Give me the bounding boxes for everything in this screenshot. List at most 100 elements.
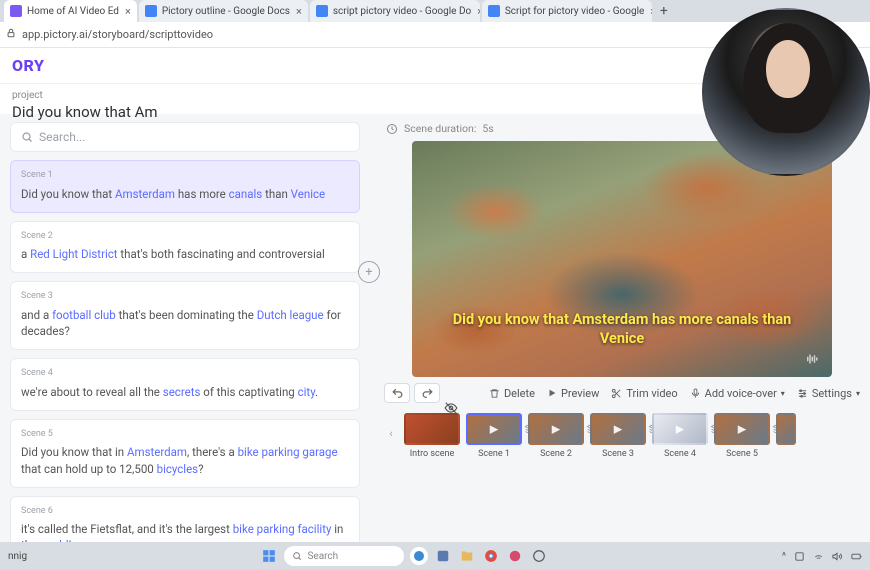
favicon-icon bbox=[10, 5, 22, 17]
start-button[interactable] bbox=[260, 547, 278, 565]
scene-label: Scene 6 bbox=[21, 505, 349, 518]
scene-text: we're about to reveal all the secrets of… bbox=[21, 384, 349, 400]
scene-text: and a football club that's been dominati… bbox=[21, 307, 349, 339]
timeline-item[interactable]: Intro scene bbox=[404, 413, 460, 459]
main-area: Search... Scene 1 Did you know that Amst… bbox=[0, 114, 870, 542]
scene-label: Scene 1 bbox=[21, 169, 349, 182]
chrome-icon[interactable] bbox=[482, 547, 500, 565]
close-icon[interactable]: × bbox=[125, 5, 131, 18]
settings-button[interactable]: Settings ▾ bbox=[797, 387, 860, 400]
scene-card[interactable]: Scene 1 Did you know that Amsterdam has … bbox=[10, 160, 360, 213]
taskbar-app-icon[interactable] bbox=[434, 547, 452, 565]
tab-title: script pictory video - Google Do bbox=[333, 6, 471, 17]
taskbar-app-icon[interactable] bbox=[506, 547, 524, 565]
chevron-down-icon: ▾ bbox=[856, 389, 860, 398]
taskbar-left-text: nnig bbox=[8, 551, 27, 562]
timeline-thumb: ▶ bbox=[528, 413, 584, 445]
timeline-item[interactable]: ▶ Scene 3 bbox=[590, 413, 646, 459]
copilot-icon[interactable] bbox=[410, 547, 428, 565]
close-icon[interactable]: × bbox=[296, 5, 302, 18]
timeline-thumb: ▶ bbox=[714, 413, 770, 445]
scene-label: Scene 5 bbox=[21, 428, 349, 441]
tray-icon[interactable] bbox=[794, 551, 805, 562]
pictory-logo[interactable]: ORY bbox=[12, 56, 44, 75]
search-icon bbox=[21, 131, 33, 143]
taskbar-app-icon[interactable] bbox=[530, 547, 548, 565]
clock-icon bbox=[386, 123, 398, 135]
timeline-item[interactable]: ▶ Scene 1 bbox=[466, 413, 522, 459]
preview-panel: Scene duration: 5s + Did you know that A… bbox=[370, 114, 870, 542]
close-icon[interactable]: × bbox=[650, 5, 652, 18]
wifi-icon[interactable] bbox=[813, 551, 824, 562]
timeline-thumb: ▶ bbox=[466, 413, 522, 445]
file-explorer-icon[interactable] bbox=[458, 547, 476, 565]
search-icon bbox=[292, 551, 302, 561]
preview-button[interactable]: Preview bbox=[547, 387, 599, 400]
timeline-item[interactable]: ▶ Scene 2 bbox=[528, 413, 584, 459]
timeline-prev-button[interactable]: ‹ bbox=[384, 413, 398, 453]
favicon-icon bbox=[145, 5, 157, 17]
duration-label: Scene duration: bbox=[404, 122, 476, 135]
chevron-down-icon: ▾ bbox=[781, 389, 785, 398]
scene-text: it's called the Fietsflat, and it's the … bbox=[21, 521, 349, 542]
scene-text: Did you know that Amsterdam has more can… bbox=[21, 186, 349, 202]
play-icon: ▶ bbox=[490, 423, 498, 436]
undo-button[interactable] bbox=[384, 383, 410, 403]
new-tab-button[interactable]: + bbox=[654, 3, 674, 19]
timeline-thumb: ▶ bbox=[590, 413, 646, 445]
taskbar-search[interactable]: Search bbox=[284, 546, 404, 566]
voiceover-button[interactable]: Add voice-over ▾ bbox=[690, 387, 785, 400]
trash-icon bbox=[489, 388, 500, 399]
scene-card[interactable]: Scene 5 Did you know that in Amsterdam, … bbox=[10, 419, 360, 488]
search-input[interactable]: Search... bbox=[10, 122, 360, 152]
presenter-webcam bbox=[702, 8, 870, 176]
tab-title: Pictory outline - Google Docs bbox=[162, 6, 290, 17]
search-placeholder: Search... bbox=[39, 130, 85, 144]
trim-button[interactable]: Trim video bbox=[611, 387, 677, 400]
scene-label: Scene 2 bbox=[21, 230, 349, 243]
scissors-icon bbox=[611, 388, 622, 399]
add-scene-button[interactable]: + bbox=[358, 261, 380, 283]
play-icon: ▶ bbox=[676, 423, 684, 436]
windows-taskbar: nnig Search ^ bbox=[0, 542, 870, 570]
duration-value: 5s bbox=[482, 122, 493, 135]
browser-tab[interactable]: Script for pictory video - Google × bbox=[482, 0, 652, 22]
browser-tab-bar: Home of AI Video Ed × Pictory outline - … bbox=[0, 0, 870, 22]
timeline-item[interactable] bbox=[776, 413, 796, 445]
scene-label: Scene 3 bbox=[21, 290, 349, 303]
timeline-thumb bbox=[776, 413, 796, 445]
tab-title: Script for pictory video - Google bbox=[505, 6, 644, 17]
delete-button[interactable]: Delete bbox=[489, 387, 535, 400]
volume-icon[interactable] bbox=[832, 551, 843, 562]
timeline-thumb bbox=[404, 413, 460, 445]
scene-card[interactable]: Scene 4 we're about to reveal all the se… bbox=[10, 358, 360, 411]
scene-card[interactable]: Scene 6 it's called the Fietsflat, and i… bbox=[10, 496, 360, 542]
play-icon bbox=[547, 388, 557, 398]
scene-list-panel: Search... Scene 1 Did you know that Amst… bbox=[0, 114, 370, 542]
close-icon[interactable]: × bbox=[477, 5, 480, 18]
scene-label: Scene 4 bbox=[21, 367, 349, 380]
browser-tab[interactable]: script pictory video - Google Do × bbox=[310, 0, 480, 22]
caption-overlay: Did you know that Amsterdam has more can… bbox=[412, 310, 832, 349]
scene-text: a Red Light District that's both fascina… bbox=[21, 246, 349, 262]
timeline-item[interactable]: ▶ Scene 4 bbox=[652, 413, 708, 459]
mic-icon bbox=[690, 388, 701, 399]
scene-text: Did you know that in Amsterdam, there's … bbox=[21, 444, 349, 476]
redo-button[interactable] bbox=[414, 383, 440, 403]
battery-icon[interactable] bbox=[851, 551, 862, 562]
video-preview[interactable]: Did you know that Amsterdam has more can… bbox=[412, 141, 832, 377]
scene-card[interactable]: Scene 2 a Red Light District that's both… bbox=[10, 221, 360, 274]
timeline-thumb: ▶ bbox=[652, 413, 708, 445]
favicon-icon bbox=[316, 5, 328, 17]
favicon-icon bbox=[488, 5, 500, 17]
chevron-up-icon[interactable]: ^ bbox=[782, 551, 786, 562]
timeline: ‹ Intro scene ▶ Scene 1 ▶ Scene 2 ▶ bbox=[380, 411, 864, 461]
scene-card[interactable]: Scene 3 and a football club that's been … bbox=[10, 281, 360, 350]
browser-tab[interactable]: Home of AI Video Ed × bbox=[4, 0, 137, 22]
timeline-item[interactable]: ▶ Scene 5 bbox=[714, 413, 770, 459]
system-tray[interactable]: ^ bbox=[782, 551, 862, 562]
tab-title: Home of AI Video Ed bbox=[27, 6, 119, 17]
audio-wave-icon bbox=[804, 353, 822, 369]
browser-tab[interactable]: Pictory outline - Google Docs × bbox=[139, 0, 308, 22]
sliders-icon bbox=[797, 388, 808, 399]
